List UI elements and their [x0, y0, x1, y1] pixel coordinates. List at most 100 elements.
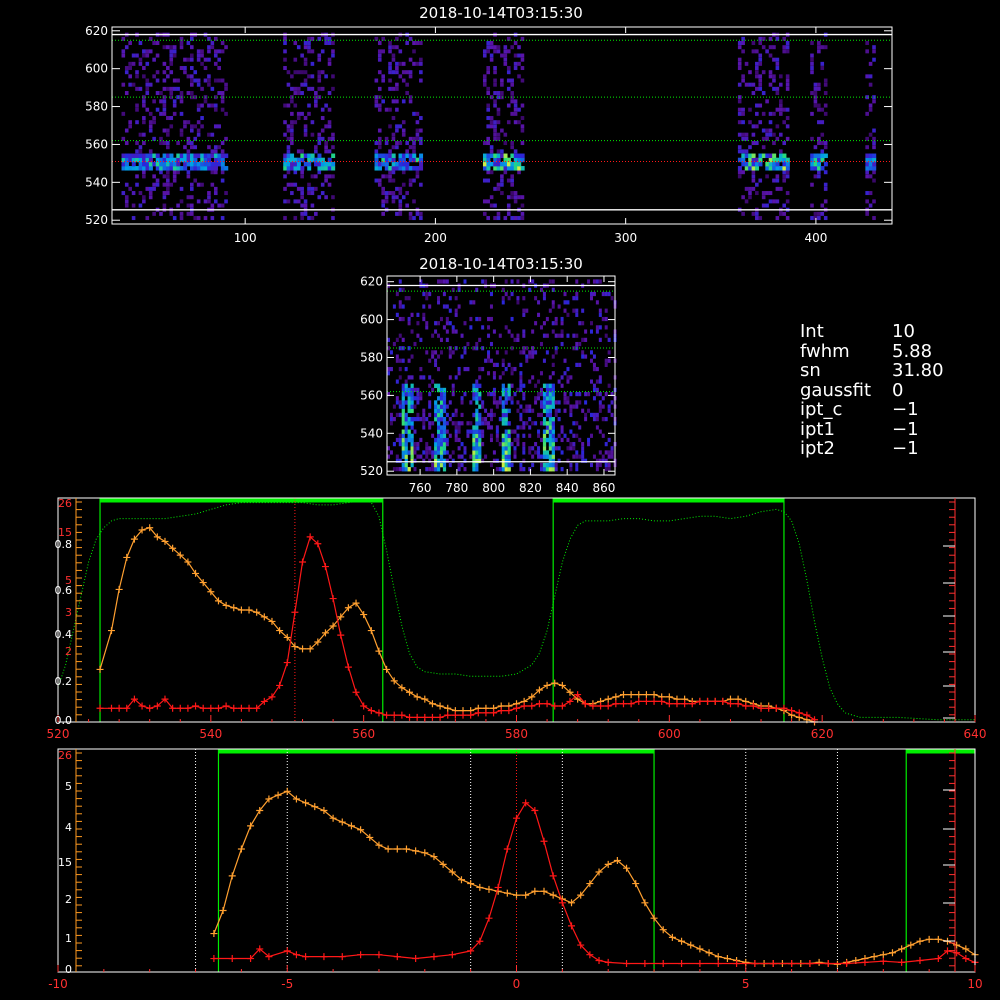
x-tick-label: 600 [658, 727, 681, 741]
data-point [412, 847, 420, 855]
data-point [274, 791, 282, 799]
data-point [413, 693, 421, 701]
y-tick-label-red: 2 [65, 645, 72, 658]
heatmap-cells [387, 279, 617, 472]
data-point [107, 627, 115, 635]
data-point [503, 845, 511, 853]
data-point [623, 960, 631, 968]
data-point [390, 711, 398, 719]
data-point [406, 713, 414, 721]
data-point [412, 955, 420, 963]
x-tick-label: 860 [593, 481, 616, 495]
data-point [604, 695, 612, 703]
data-point [311, 803, 319, 811]
data-point [535, 700, 543, 708]
data-point [276, 681, 284, 689]
data-point [612, 700, 620, 708]
data-point [641, 960, 649, 968]
data-point [302, 799, 310, 807]
data-point [184, 704, 192, 712]
data-point [619, 700, 627, 708]
data-point [299, 645, 307, 653]
data-point [898, 945, 906, 953]
data-point [199, 704, 207, 712]
data-point [726, 700, 734, 708]
data-point [360, 702, 368, 710]
data-point [428, 700, 436, 708]
parameter-readout: Int 10 fwhm 5.88 sn 31.80 gaussfit 0 ipt_c −1 ipt1… [800, 322, 944, 459]
data-point [413, 713, 421, 721]
data-point [383, 665, 391, 673]
y-tick-label: 0.2 [55, 675, 73, 688]
data-point [604, 702, 612, 710]
x-tick-label: 520 [47, 727, 70, 741]
data-point [283, 659, 291, 667]
data-point [719, 697, 727, 705]
data-point [459, 711, 467, 719]
data-point [237, 704, 245, 712]
data-point [123, 553, 131, 561]
data-point [245, 704, 253, 712]
y-tick-label: 0.4 [55, 628, 73, 641]
x-tick-label: 580 [505, 727, 528, 741]
y-tick-label: 520 [360, 464, 383, 478]
data-point [704, 697, 712, 705]
data-point [723, 955, 731, 963]
x-tick-label: -5 [281, 977, 293, 991]
x-tick-label: 540 [199, 727, 222, 741]
data-point [230, 604, 238, 612]
parameter-value: −1 [892, 438, 919, 459]
data-point [898, 958, 906, 966]
figure-canvas: 100 200 300 400520540560580600620 760 780 800… [47, 4, 987, 991]
y-tick-label-red: 26 [58, 497, 72, 510]
x-tick-label: 200 [424, 231, 447, 245]
data-point [375, 951, 383, 959]
data-point [642, 691, 650, 699]
data-point [681, 700, 689, 708]
data-point [494, 883, 502, 891]
data-point [870, 953, 878, 961]
parameter-value: 10 [892, 321, 915, 342]
data-point [540, 887, 548, 895]
data-point [769, 960, 777, 968]
data-point [879, 951, 887, 959]
x-tick-label: -10 [48, 977, 68, 991]
data-point [436, 702, 444, 710]
data-point [222, 601, 230, 609]
data-point [503, 889, 511, 897]
data-point [329, 595, 337, 603]
data-point [678, 937, 686, 945]
parameter-row: ipt1 −1 [800, 419, 944, 440]
data-point [245, 606, 253, 614]
y-tick-label-red: 5 [65, 574, 72, 587]
y-tick-label: 620 [85, 24, 108, 38]
data-point [398, 711, 406, 719]
data-point [658, 697, 666, 705]
data-point [367, 707, 375, 715]
parameter-key: Int [800, 321, 824, 342]
wavelength-profile-panel: 520 540 560 580 600 620 6400.00.20.40.60.82351… [47, 497, 987, 741]
y-tick-label: 2 [65, 893, 72, 906]
data-point [696, 945, 704, 953]
velocity-profile-panel: -10 -5 0 5 10 0 1 2 15 4 5 26 [48, 748, 983, 991]
data-point [444, 711, 452, 719]
data-point [888, 949, 896, 957]
data-point [228, 955, 236, 963]
x-tick-label: 800 [482, 481, 505, 495]
data-point [219, 906, 227, 914]
data-point [505, 707, 513, 715]
axes-frame [57, 497, 976, 723]
data-point [485, 885, 493, 893]
data-point [742, 958, 750, 966]
data-point [115, 585, 123, 593]
parameter-row: ipt2 −1 [800, 439, 944, 459]
data-point [788, 960, 796, 968]
data-point [299, 558, 307, 566]
red-series-markers [210, 799, 979, 968]
data-point [146, 704, 154, 712]
data-point [436, 713, 444, 721]
data-point [210, 955, 218, 963]
parameter-key: fwhm [800, 340, 850, 362]
x-tick-label: 780 [445, 481, 468, 495]
data-point [421, 849, 429, 857]
